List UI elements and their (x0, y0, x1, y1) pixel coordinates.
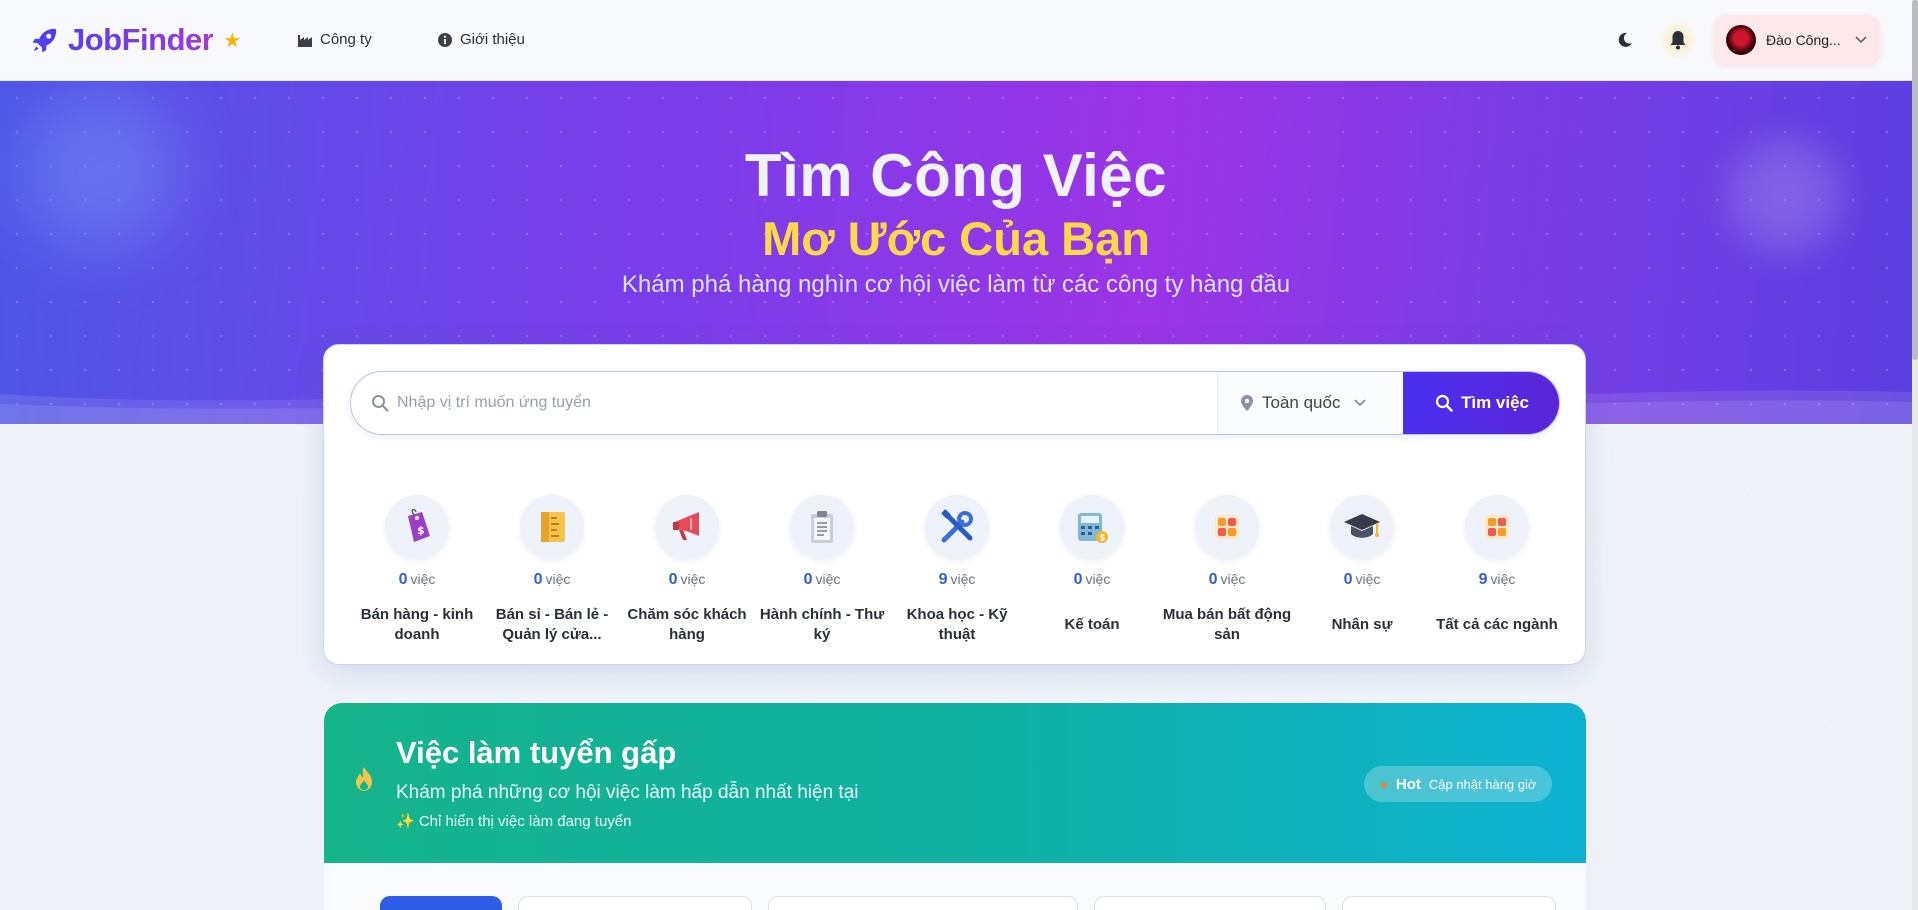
search-button[interactable]: Tìm việc (1403, 372, 1559, 434)
grid-icon (1195, 495, 1259, 559)
search-button-label: Tìm việc (1460, 393, 1530, 412)
tab-active[interactable] (380, 896, 502, 910)
top-navbar: JobFinder ★ Công ty Giới thiệu Đào Công.… (0, 0, 1912, 81)
hero-title: Tìm Công Việc (744, 142, 1168, 209)
bell-icon (1670, 31, 1686, 50)
category-name: Mua bán bất động sản (1162, 606, 1292, 643)
scrollbar-thumb[interactable] (1912, 0, 1918, 360)
hot-badge: ● Hot Cập nhật hàng giờ (1364, 766, 1553, 802)
urgent-note: ✨ Chỉ hiển thị việc làm đang tuyển (396, 813, 632, 830)
nav-link-label: Giới thiệu (460, 31, 525, 48)
urgent-subtitle: Khám phá những cơ hội việc làm hấp dẫn n… (396, 782, 859, 803)
category-item[interactable]: 0 việc Hành chính - Thư ký (755, 495, 889, 645)
map-pin-icon (1241, 395, 1253, 411)
category-item[interactable]: 9 việc Khoa học - Kỹ thuật (890, 495, 1024, 645)
brand-name: JobFinder (68, 22, 214, 57)
tab[interactable] (518, 896, 752, 910)
category-count: 0 việc (668, 571, 706, 588)
page-scrollbar[interactable] (1912, 0, 1918, 910)
category-count: 0 việc (1208, 571, 1246, 588)
category-count: 0 việc (803, 571, 841, 588)
category-name: Chăm sóc khách hàng (627, 606, 747, 643)
category-name: Hành chính - Thư ký (759, 606, 885, 643)
urgent-jobs-banner: Việc làm tuyển gấp Khám phá những cơ hội… (324, 703, 1586, 863)
category-count: 0 việc (1073, 571, 1111, 588)
hot-label: Hot (1395, 775, 1421, 793)
category-name: Bán hàng - kinh doanh (360, 606, 474, 643)
location-value: Toàn quốc (1262, 393, 1341, 412)
category-name: Nhân sự (1331, 616, 1393, 633)
hot-update-text: Cập nhật hàng giờ (1428, 776, 1537, 792)
nav-link-companies[interactable]: Công ty (297, 31, 372, 48)
nav-link-about[interactable]: Giới thiệu (437, 31, 525, 48)
urgent-title: Việc làm tuyển gấp (396, 735, 677, 770)
search-card: Toàn quốc Tìm việc $ 0việc (323, 344, 1586, 665)
search-input[interactable] (397, 372, 1247, 434)
info-icon (438, 32, 452, 47)
grid-icon (1465, 495, 1529, 559)
category-item[interactable]: 9 việc Tất cả các ngành (1430, 495, 1564, 645)
tab[interactable] (1094, 896, 1326, 910)
factory-icon (298, 34, 312, 47)
notifications-button[interactable] (1658, 20, 1698, 60)
user-menu[interactable]: Đào Công... (1714, 15, 1879, 64)
search-bar: Toàn quốc Tìm việc (350, 371, 1560, 435)
user-name: Đào Công... (1766, 31, 1841, 48)
tab[interactable] (1342, 896, 1556, 910)
chevron-down-icon (1855, 35, 1867, 43)
flame-icon (356, 767, 372, 791)
tools-icon (925, 495, 989, 559)
category-count: 9 việc (938, 571, 976, 588)
tab[interactable] (768, 896, 1078, 910)
category-list: $ 0 việc Bán hàng - kinh doanh 0 việc Bán … (324, 495, 1587, 655)
fire-icon: ● (1380, 776, 1388, 792)
svg-text:$: $ (417, 524, 425, 537)
category-item[interactable]: $ 0 việc Bán hàng - kinh doanh (350, 495, 484, 645)
category-name: Khoa học - Kỹ thuật (906, 606, 1008, 643)
category-count: 0 việc (533, 571, 571, 588)
dark-mode-toggle[interactable] (1605, 20, 1645, 60)
category-name: Kế toán (1064, 616, 1120, 633)
category-item[interactable]: $ 0 việc Kế toán (1025, 495, 1159, 645)
clipboard-icon (790, 495, 854, 559)
hero-description: Khám phá hàng nghìn cơ hội việc làm từ c… (621, 271, 1291, 298)
price-tag-icon: $ (385, 495, 449, 559)
star-icon: ★ (223, 29, 242, 52)
moon-icon (1618, 32, 1632, 47)
avatar (1726, 24, 1756, 55)
category-name: Bán sỉ - Bán lẻ - Quản lý cửa... (495, 606, 609, 643)
category-count: 0 việc (398, 571, 436, 588)
location-select[interactable]: Toàn quốc (1217, 372, 1404, 434)
search-icon (1435, 394, 1453, 412)
chevron-down-icon (1354, 399, 1366, 407)
category-item[interactable]: 0 việc Nhân sự (1295, 495, 1429, 645)
rocket-icon (32, 28, 57, 53)
search-icon (372, 395, 389, 412)
brand-logo[interactable]: JobFinder ★ (30, 22, 241, 58)
category-name: Tất cả các ngành (1436, 616, 1558, 633)
hero-subtitle: Mơ Ước Của Bạn (762, 212, 1150, 265)
nav-link-label: Công ty (320, 31, 372, 48)
category-item[interactable]: 0 việc Bán sỉ - Bán lẻ - Quản lý cửa... (485, 495, 619, 645)
category-count: 0 việc (1343, 571, 1381, 588)
category-count: 9 việc (1478, 571, 1516, 588)
job-tabs (324, 863, 1586, 910)
svg-text:$: $ (1099, 534, 1105, 544)
megaphone-icon (655, 495, 719, 559)
graduation-cap-icon (1330, 495, 1394, 559)
category-item[interactable]: 0 việc Mua bán bất động sản (1160, 495, 1294, 645)
calculator-icon: $ (1060, 495, 1124, 559)
ruler-icon (520, 495, 584, 559)
category-item[interactable]: 0 việc Chăm sóc khách hàng (620, 495, 754, 645)
